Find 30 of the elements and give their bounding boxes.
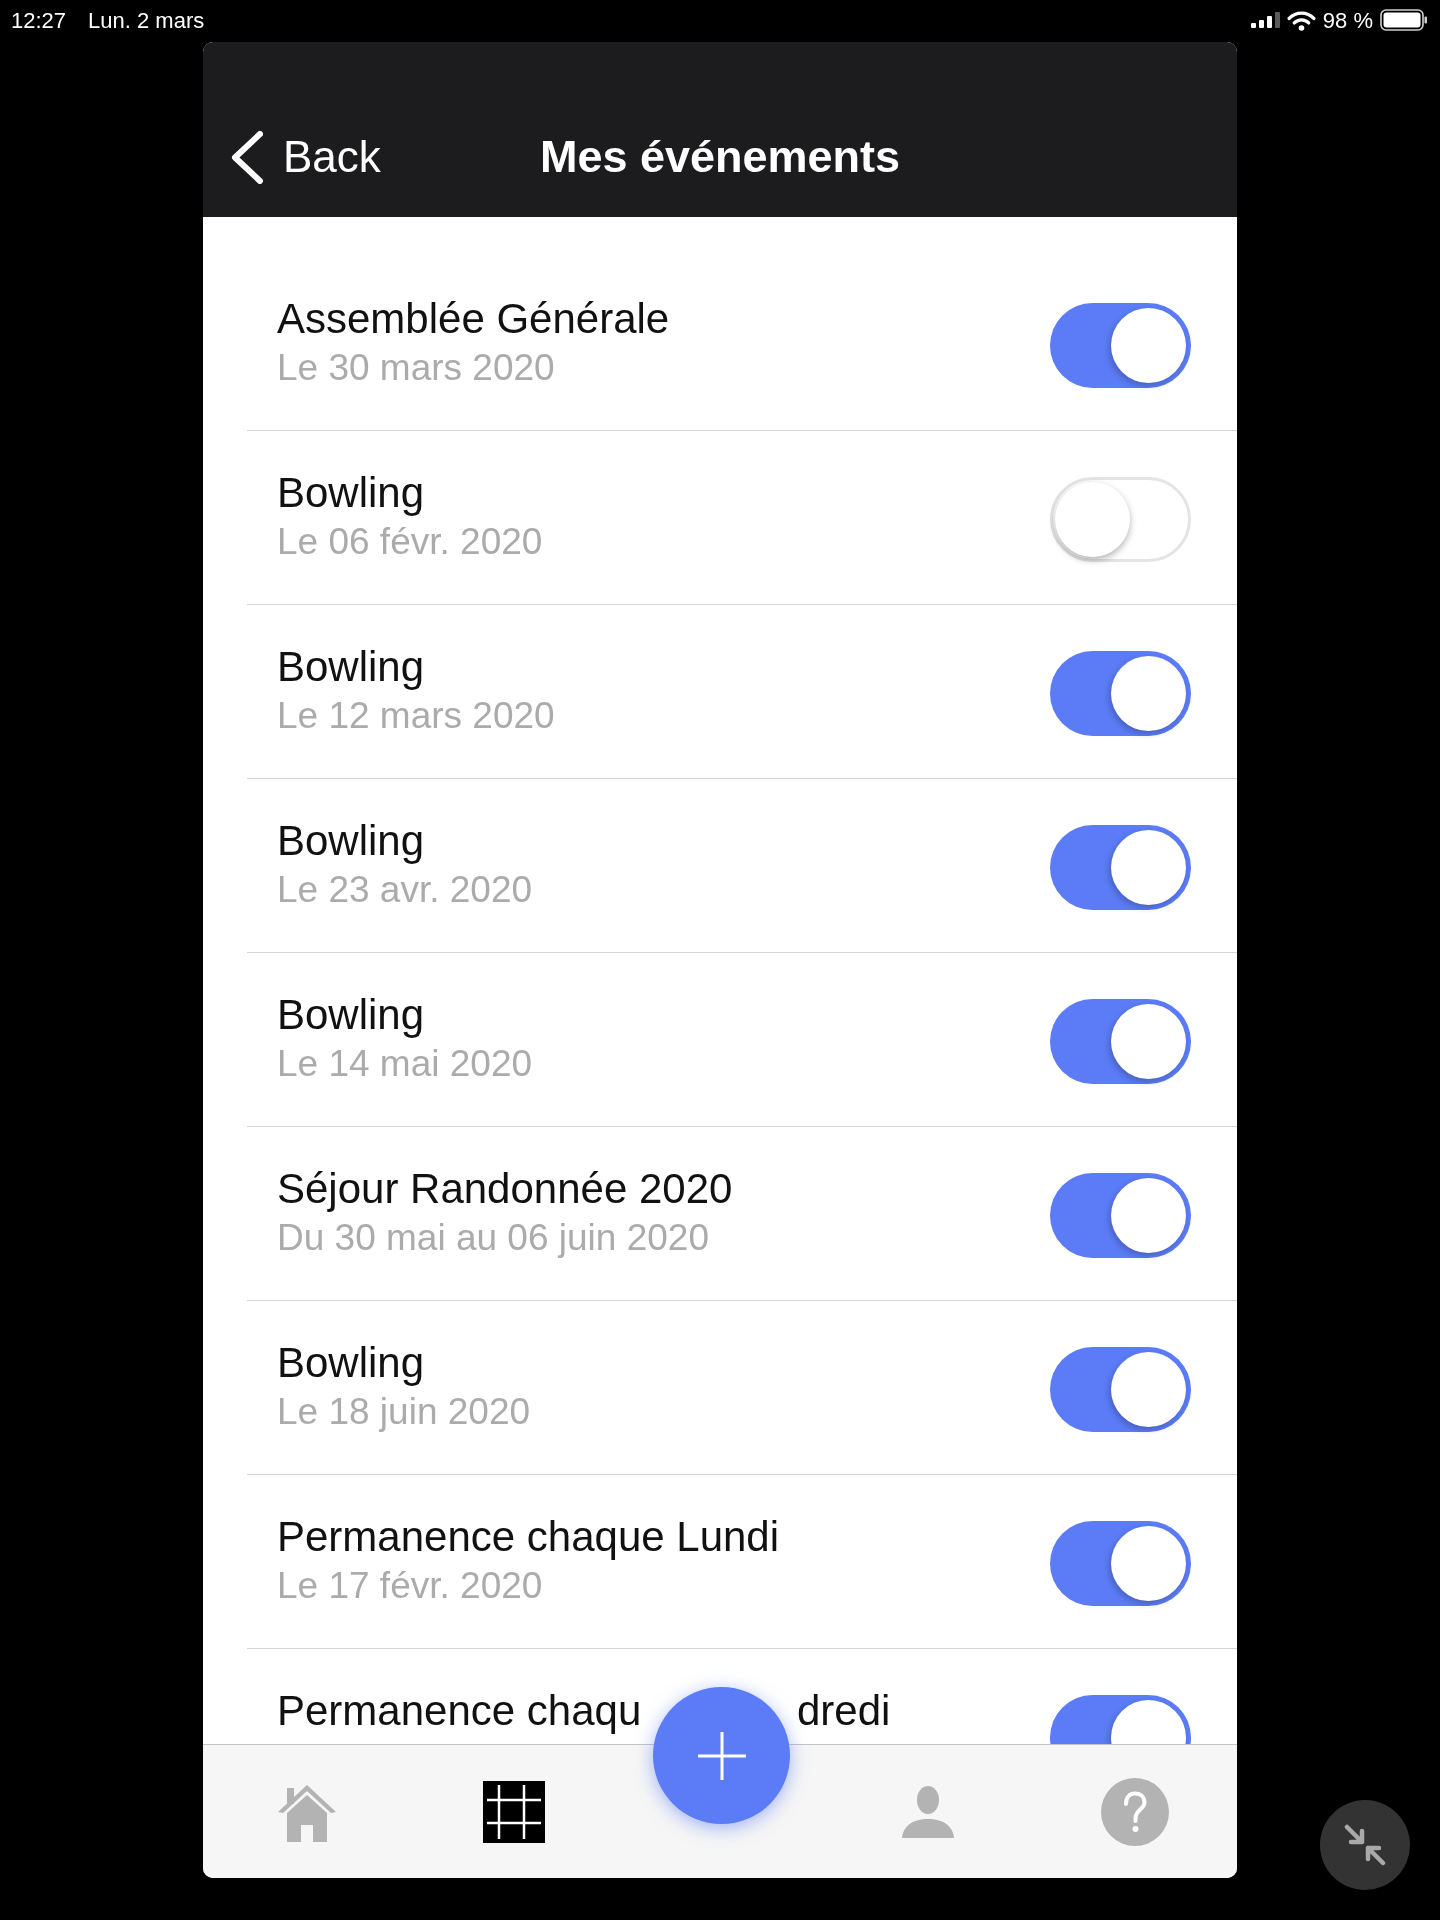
event-title: Bowling <box>277 816 426 865</box>
event-date: Le 06 févr. 2020 <box>277 520 543 564</box>
inward-arrows-icon <box>1344 1824 1386 1866</box>
event-date: Le 14 mai 2020 <box>277 1042 533 1086</box>
wifi-icon <box>1286 9 1316 31</box>
battery-icon <box>1380 9 1428 31</box>
event-title: Bowling <box>277 1338 426 1387</box>
status-date: Lun. 2 mars <box>88 6 205 35</box>
event-title: Permanence chaque Lundi <box>277 1512 780 1561</box>
status-time: 12:27 <box>11 6 67 35</box>
grid-icon[interactable] <box>482 1780 545 1843</box>
event-title: Permanence chaqu <box>277 1686 642 1735</box>
signal-icon <box>1250 12 1280 28</box>
event-date: Le 23 avr. 2020 <box>277 868 533 912</box>
event-date: Du 30 mai au 06 juin 2020 <box>277 1216 710 1260</box>
screen-title: Mes événements <box>539 131 901 183</box>
event-date: Le 12 mars 2020 <box>277 694 555 738</box>
event-title: Bowling <box>277 642 426 691</box>
plus-icon <box>696 1730 747 1781</box>
chevron-left-icon <box>230 130 263 184</box>
event-title: Séjour Randonnée 2020 <box>277 1164 733 1213</box>
event-title: Bowling <box>277 990 426 1039</box>
battery-percentage: 98 % <box>1322 6 1373 35</box>
event-date: Le 30 mars 2020 <box>277 346 556 390</box>
event-title: Bowling <box>277 468 426 517</box>
event-title: dredi <box>797 1686 891 1735</box>
event-date: Le 17 févr. 2020 <box>277 1564 544 1608</box>
event-title: Assemblée Générale <box>277 294 670 343</box>
back-button[interactable]: Back <box>230 130 381 184</box>
event-date: Le 18 juin 2020 <box>277 1390 531 1434</box>
